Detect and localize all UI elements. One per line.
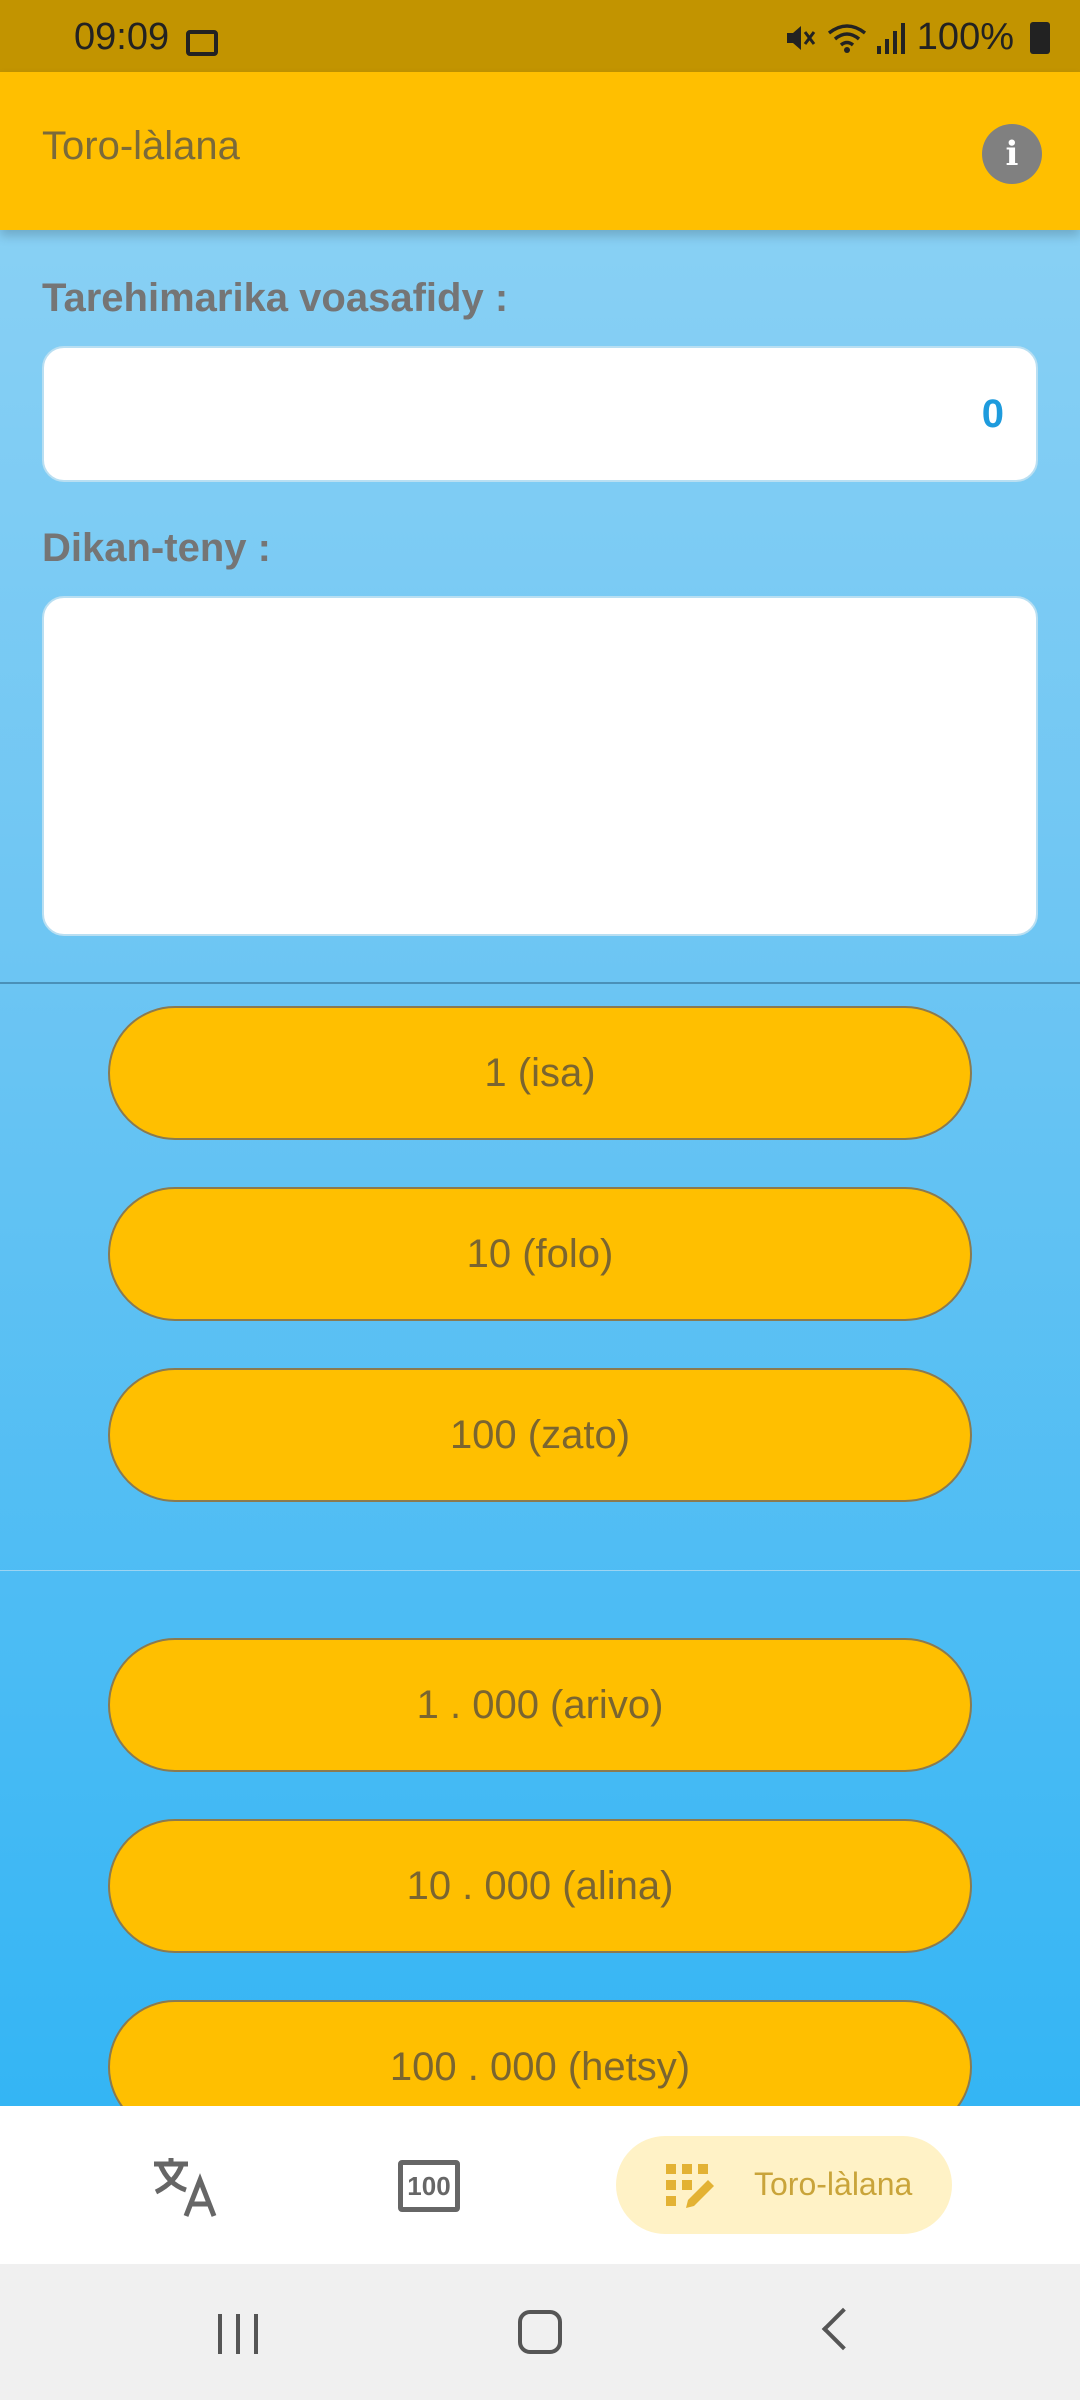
bottom-nav: 100 Toro-làlana <box>0 2106 1080 2264</box>
nav-item-toro-lalana[interactable]: Toro-làlana <box>616 2136 952 2234</box>
recent-apps-icon[interactable] <box>218 2314 258 2354</box>
number-value: 0 <box>981 392 1004 436</box>
nav-item-label: Toro-làlana <box>754 2166 913 2202</box>
app-bar: Toro-làlana i <box>0 72 1080 230</box>
system-nav-bar <box>0 2264 1080 2400</box>
back-icon[interactable] <box>821 2307 865 2351</box>
status-bar: 09:09 100% <box>0 0 1080 72</box>
page-title: Toro-làlana <box>42 124 240 168</box>
battery-percent: 100% <box>916 16 1014 58</box>
button-arivo[interactable]: 1 . 000 (arivo) <box>108 1638 972 1772</box>
words-field[interactable] <box>42 596 1038 936</box>
main-content: Tarehimarika voasafidy : 0 Dikan-teny : … <box>0 230 1080 2106</box>
number-label: Tarehimarika voasafidy : <box>42 276 509 320</box>
translate-icon[interactable] <box>150 2154 220 2218</box>
signal-icon <box>876 22 905 54</box>
button-isa[interactable]: 1 (isa) <box>108 1006 972 1140</box>
number-field[interactable]: 0 <box>42 346 1038 482</box>
home-icon[interactable] <box>518 2310 562 2354</box>
divider <box>0 1570 1080 1571</box>
image-notification-icon <box>186 30 218 56</box>
edit-grid-icon <box>666 2164 714 2208</box>
wifi-icon <box>827 23 866 53</box>
status-time: 09:09 <box>74 16 170 58</box>
divider <box>0 982 1080 984</box>
button-alina[interactable]: 10 . 000 (alina) <box>108 1819 972 1953</box>
button-folo[interactable]: 10 (folo) <box>108 1187 972 1321</box>
info-icon[interactable]: i <box>982 124 1042 184</box>
numbers-icon[interactable]: 100 <box>398 2160 460 2212</box>
status-icons: 100% <box>783 16 1050 59</box>
button-hetsy[interactable]: 100 . 000 (hetsy) <box>108 2000 972 2106</box>
mute-icon <box>786 25 815 50</box>
words-label: Dikan-teny : <box>42 526 271 570</box>
battery-icon <box>1030 21 1050 54</box>
button-zato[interactable]: 100 (zato) <box>108 1368 972 1502</box>
